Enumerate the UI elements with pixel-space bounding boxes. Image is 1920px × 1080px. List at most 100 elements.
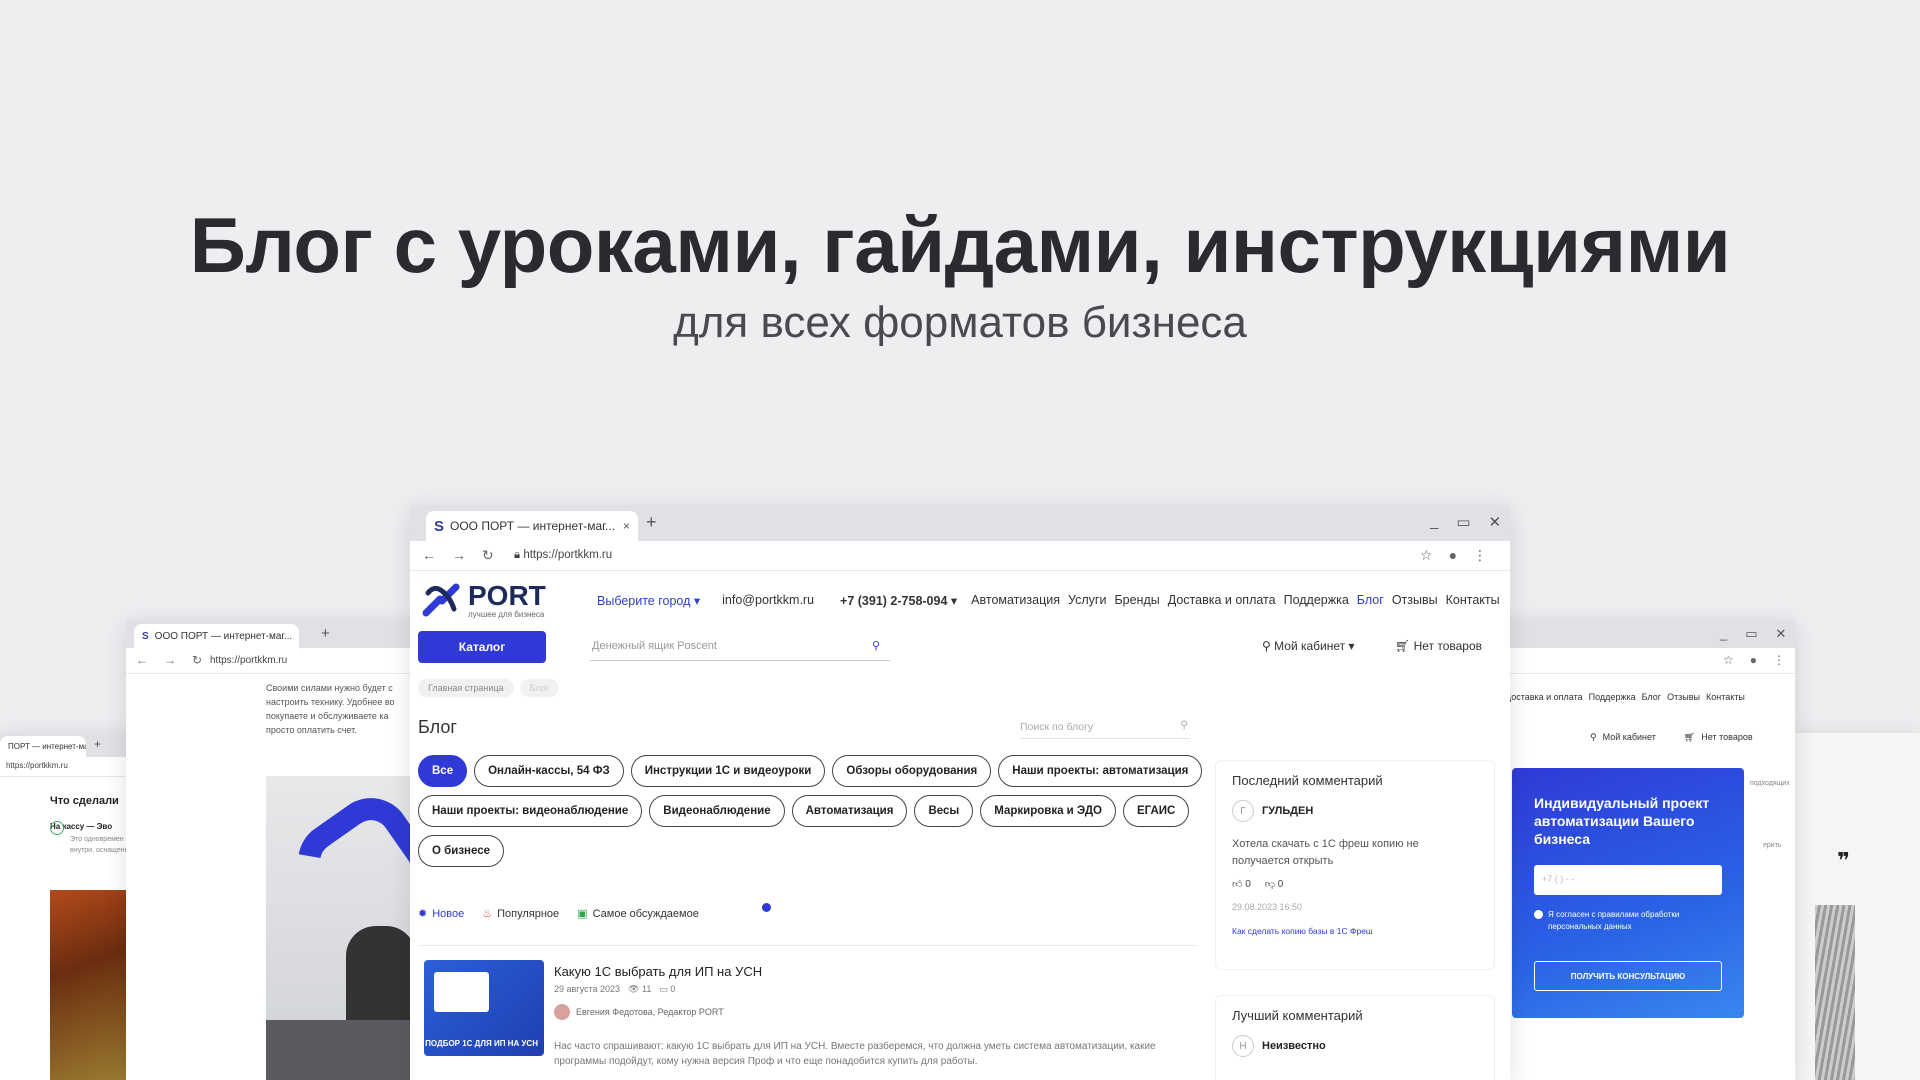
nav-link[interactable]: Контакты bbox=[1706, 692, 1745, 702]
cart-link[interactable]: 🛒︎ Нет товаров bbox=[1395, 639, 1482, 653]
sort-discussed[interactable]: ▣ Самое обсуждаемое bbox=[577, 907, 699, 921]
nav-brands[interactable]: Бренды bbox=[1114, 593, 1159, 608]
sort-popular[interactable]: ♨ Популярное bbox=[482, 907, 559, 921]
restore-icon[interactable]: ▭ bbox=[1745, 626, 1757, 642]
chip-video-surveillance[interactable]: Видеонаблюдение bbox=[649, 795, 785, 827]
consent-checkbox[interactable]: Я согласен с правилами обработки персона… bbox=[1534, 909, 1722, 934]
phone-link[interactable]: +7 (391) 2-758-094 ▾ bbox=[840, 593, 957, 608]
close-tab-icon[interactable]: × bbox=[623, 519, 630, 533]
browser-tab[interactable]: S ООО ПОРТ — интернет-маг... × bbox=[134, 624, 299, 648]
post-date: 29 августа 2023 bbox=[554, 984, 621, 994]
chip-egais[interactable]: ЕГАИС bbox=[1122, 795, 1190, 827]
forward-icon[interactable]: → bbox=[164, 653, 176, 667]
url-field[interactable]: 🔒︎ https://portkkm.ru bbox=[514, 549, 612, 562]
phone-input[interactable]: +7 ( ) - - bbox=[1534, 864, 1722, 895]
close-window-icon[interactable]: ✕ bbox=[1776, 626, 1787, 642]
nav-support[interactable]: Поддержка bbox=[1284, 593, 1349, 608]
browser-tab[interactable]: ПОРТ — интернет-маг... × bbox=[0, 736, 86, 757]
chip-projects-automation[interactable]: Наши проекты: автоматизация bbox=[998, 755, 1203, 787]
best-comment-title: Лучший комментарий bbox=[1232, 1008, 1363, 1023]
site-logo[interactable]: PORT лучшее для бизнеса bbox=[420, 579, 546, 621]
back-icon[interactable]: ← bbox=[422, 547, 436, 564]
blog-search-placeholder: Поиск по блогу bbox=[1020, 721, 1094, 733]
chip-marking-edo[interactable]: Маркировка и ЭДО bbox=[980, 795, 1116, 827]
get-consultation-button[interactable]: ПОЛУЧИТЬ КОНСУЛЬТАЦИЮ bbox=[1534, 961, 1722, 992]
chip-about-business[interactable]: О бизнесе bbox=[418, 835, 505, 867]
post-author: Евгения Федотова, Редактор PORT bbox=[554, 1004, 724, 1020]
post-title[interactable]: Какую 1С выбрать для ИП на УСН bbox=[554, 964, 762, 979]
hero-subtitle: для всех форматов бизнеса bbox=[673, 298, 1247, 347]
close-tab-icon[interactable]: × bbox=[298, 631, 299, 642]
new-tab-button[interactable]: + bbox=[94, 737, 101, 751]
chip-all[interactable]: Все bbox=[418, 755, 468, 787]
comment-user: Н Неизвестно bbox=[1232, 1035, 1478, 1057]
comment-post-link[interactable]: Как сделать копию базы в 1С Фреш bbox=[1232, 926, 1478, 936]
close-window-icon[interactable]: ✕ bbox=[1489, 513, 1502, 531]
avatar bbox=[554, 1004, 570, 1020]
city-selector[interactable]: Выберите город ▾ bbox=[597, 593, 700, 608]
reload-icon[interactable]: ↻ bbox=[192, 653, 202, 667]
consent-radio[interactable] bbox=[1534, 909, 1543, 919]
nav-contacts[interactable]: Контакты bbox=[1446, 593, 1500, 608]
nav-delivery[interactable]: Доставка и оплата bbox=[1168, 593, 1276, 608]
nav-link[interactable]: Отзывы bbox=[1667, 692, 1700, 702]
browser-tab[interactable]: S ООО ПОРТ — интернет-маг... × bbox=[426, 511, 638, 541]
url-field[interactable]: https://portkkm.ru bbox=[6, 761, 68, 770]
breadcrumb-home[interactable]: Главная страница bbox=[418, 679, 514, 697]
minimize-icon[interactable]: _ bbox=[1430, 513, 1438, 531]
cabinet-link[interactable]: Мой кабинет bbox=[1603, 732, 1656, 743]
new-tab-button[interactable]: + bbox=[321, 625, 330, 642]
sort-new[interactable]: ✹ Новое bbox=[418, 907, 464, 921]
chip-automation[interactable]: Автоматизация bbox=[791, 795, 908, 827]
blog-search-input[interactable]: Поиск по блогу ⚲ bbox=[1020, 717, 1190, 739]
tab-title: ООО ПОРТ — интернет-маг... bbox=[154, 630, 293, 642]
post-thumbnail[interactable]: ПОДБОР 1С ДЛЯ ИП НА УСН bbox=[424, 960, 544, 1056]
chip-projects-video[interactable]: Наши проекты: видеонаблюдение bbox=[418, 795, 643, 827]
nav-automation[interactable]: Автоматизация bbox=[971, 593, 1060, 608]
browser-window-main: S ООО ПОРТ — интернет-маг... × + _ ▭ ✕ ←… bbox=[410, 505, 1510, 1080]
nav-link[interactable]: Поддержка bbox=[1589, 692, 1636, 702]
desk bbox=[266, 1020, 426, 1080]
fire-icon: ♨ bbox=[482, 908, 493, 920]
hero-title: Блог с уроками, гайдами, инструкциями bbox=[189, 201, 1731, 289]
like-button[interactable]: 👍︎ 0 bbox=[1232, 878, 1251, 890]
nav-blog[interactable]: Блог bbox=[1357, 593, 1384, 608]
url-field[interactable]: https://portkkm.ru bbox=[210, 655, 287, 666]
profile-icon[interactable]: ● bbox=[1750, 653, 1757, 667]
window-controls: _ ▭ ✕ bbox=[1720, 626, 1786, 642]
list-item[interactable]: ПОДБОР 1С ДЛЯ ИП НА УСН Какую 1С выбрать… bbox=[424, 960, 1204, 1080]
office-photo bbox=[266, 776, 426, 1080]
minimize-icon[interactable]: _ bbox=[1720, 626, 1727, 642]
bookmark-star-icon[interactable]: ☆ bbox=[1723, 653, 1734, 667]
menu-icon[interactable]: ⋮ bbox=[1773, 653, 1785, 667]
tab-bar: _ ▭ ✕ bbox=[1495, 620, 1795, 648]
email-link[interactable]: info@portkkm.ru bbox=[722, 593, 814, 608]
profile-icon[interactable]: ● bbox=[1449, 547, 1457, 564]
catalog-button[interactable]: Каталог bbox=[418, 631, 546, 663]
menu-icon[interactable]: ⋮ bbox=[1473, 547, 1487, 564]
new-tab-button[interactable]: + bbox=[646, 512, 657, 533]
cart-link[interactable]: Нет товаров bbox=[1701, 732, 1752, 743]
site-search-input[interactable]: Денежный ящик Poscent ⚲ bbox=[590, 635, 890, 661]
dislike-button[interactable]: 👎︎ 0 bbox=[1265, 878, 1284, 890]
nav-services[interactable]: Услуги bbox=[1068, 593, 1106, 608]
back-icon[interactable]: ← bbox=[136, 653, 148, 667]
nav-link[interactable]: Блог bbox=[1642, 692, 1661, 702]
search-icon[interactable]: ⚲ bbox=[872, 639, 880, 652]
nav-link[interactable]: Доставка и оплата bbox=[1505, 692, 1583, 702]
reload-icon[interactable]: ↻ bbox=[482, 547, 494, 564]
address-bar: ☆ ● ⋮ bbox=[1495, 648, 1795, 674]
sort-tabs: ✹ Новое ♨ Популярное ▣ Самое обсуждаемое bbox=[418, 907, 699, 921]
bookmark-star-icon[interactable]: ☆ bbox=[1420, 547, 1433, 564]
chip-cash-registers[interactable]: Онлайн-кассы, 54 ФЗ bbox=[474, 755, 624, 787]
forward-icon[interactable]: → bbox=[452, 547, 466, 564]
chip-1c-instructions[interactable]: Инструкции 1С и видеоуроки bbox=[630, 755, 826, 787]
chip-equipment-reviews[interactable]: Обзоры оборудования bbox=[832, 755, 992, 787]
nav-controls: ← → ↻ bbox=[136, 653, 202, 667]
nav-reviews[interactable]: Отзывы bbox=[1392, 593, 1438, 608]
search-icon[interactable]: ⚲ bbox=[1180, 719, 1188, 731]
address-bar: ← → ↻ https://portkkm.ru bbox=[126, 648, 426, 674]
restore-icon[interactable]: ▭ bbox=[1456, 513, 1470, 531]
cabinet-link[interactable]: ⚲ Мой кабинет ▾ bbox=[1262, 639, 1355, 653]
chip-scales[interactable]: Весы bbox=[914, 795, 974, 827]
